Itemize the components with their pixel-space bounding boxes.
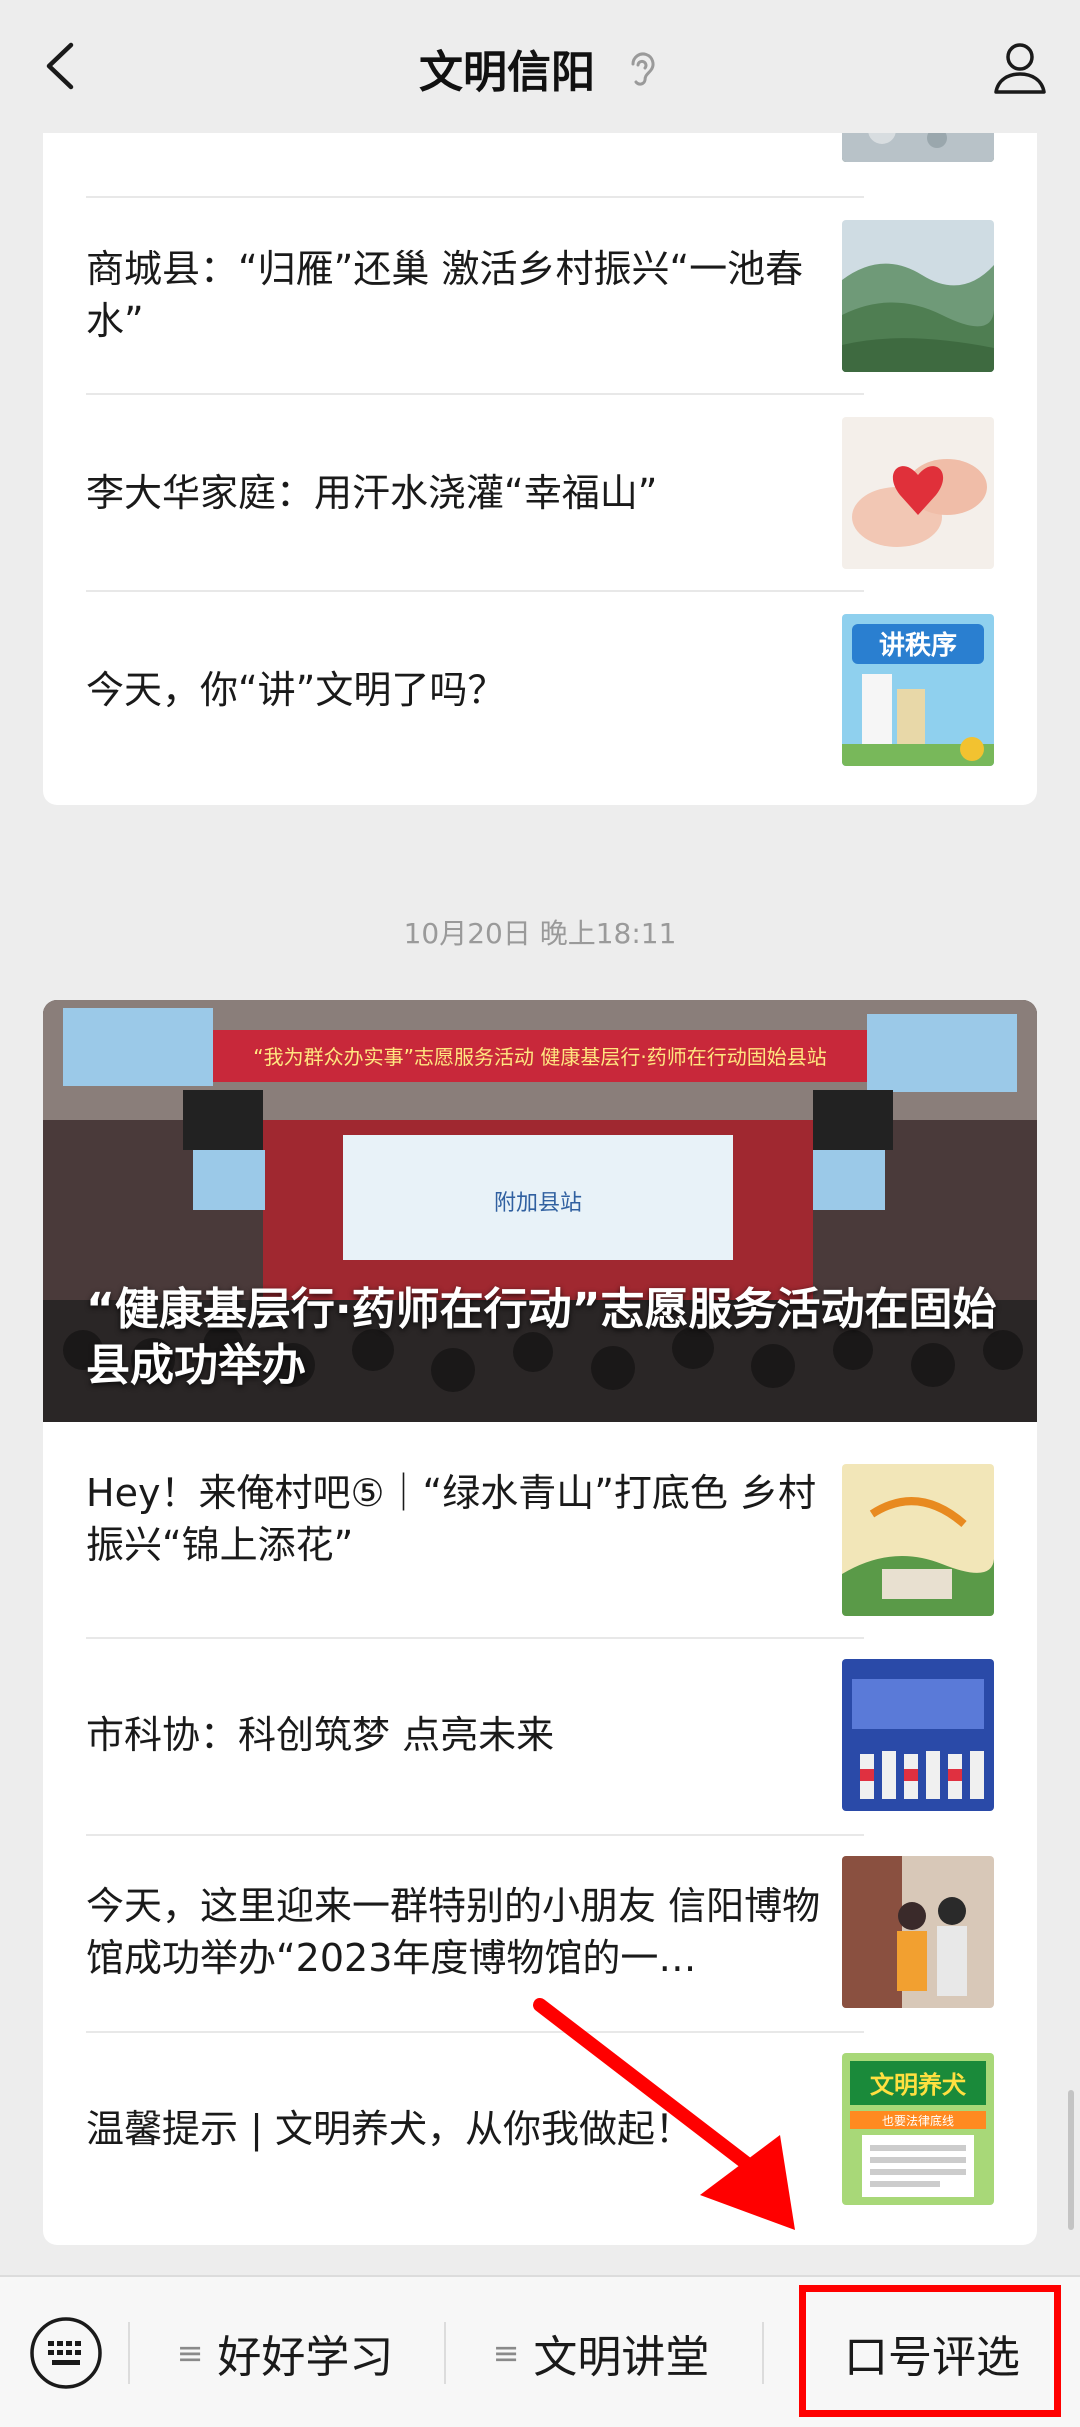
keyboard-toggle-button[interactable] [28,2315,104,2391]
top-nav-bar: 文明信阳 [0,0,1080,133]
bottom-menu-bar: ≡ 好好学习 ≡ 文明讲堂 口号评选 [0,2275,1080,2427]
hero-caption: “健康基层行·药师在行动”志愿服务活动在固始县成功举办 [86,1284,997,1391]
article-thumbnail [842,1659,994,1811]
article-title: 李大华家庭：用汗水浇灌“幸福山” [86,471,658,515]
menu-item-slogan-selection[interactable]: 口号评选 [800,2297,1064,2409]
article-thumbnail [842,1856,994,2008]
article-item[interactable]: 市科协：科创筑梦 点亮未来 [43,1639,1037,1834]
article-item[interactable]: 今天，这里迎来一群特别的小朋友 信阳博物馆成功举办“2023年度博物馆的一… [43,1836,1037,2031]
scrollbar[interactable] [1068,2090,1074,2230]
thumb-text: 也要法律底线 [882,2113,954,2128]
thumb-text: 讲秩序 [879,630,957,661]
article-title: 温馨提示 | 文明养犬，从你我做起！ [86,2107,693,2151]
article-card-previous: 商城县：“归雁”还巢 激活乡村振兴“一池春水” 李大华家庭：用汗水浇灌“幸福山”… [43,100,1037,805]
menu-lines-icon: ≡ [492,2334,520,2372]
article-item[interactable]: 温馨提示 | 文明养犬，从你我做起！ 文明养犬也要法律底线 [43,2033,1037,2228]
article-thumbnail [842,220,994,372]
menu-item-label: 好好学习 [217,2332,394,2383]
divider [762,2322,764,2384]
menu-item-study[interactable]: ≡ 好好学习 [130,2297,440,2409]
message-timestamp: 10月20日 晚上18:11 [403,917,677,950]
article-item[interactable]: 商城县：“归雁”还巢 激活乡村振兴“一池春水” [43,198,1037,393]
menu-item-label: 口号评选 [844,2332,1020,2383]
page-title: 文明信阳 [419,47,595,98]
ear-icon[interactable] [621,48,661,88]
keyboard-icon [30,2317,102,2389]
menu-lines-icon: ≡ [176,2334,204,2372]
article-item[interactable]: 今天，你“讲”文明了吗？ 讲秩序 [43,592,1037,787]
menu-item-label: 文明讲堂 [533,2332,710,2383]
menu-item-lecture[interactable]: ≡ 文明讲堂 [446,2297,756,2409]
title-area: 文明信阳 [0,30,1080,106]
article-thumbnail: 讲秩序 [842,614,994,766]
hero-article[interactable]: “我为群众办实事”志愿服务活动 健康基层行·药师在行动固始县站 附加县站 “健康… [43,1000,1037,1422]
article-title: 市科协：科创筑梦 点亮未来 [86,1713,555,1757]
article-title: 今天，你“讲”文明了吗？ [86,668,506,712]
article-title: 今天，这里迎来一群特别的小朋友 信阳博物馆成功举办“2023年度博物馆的一… [86,1884,821,1980]
person-icon [994,43,1046,94]
banner-text: “我为群众办实事”志愿服务活动 健康基层行·药师在行动固始县站 [253,1045,826,1069]
article-thumbnail [842,417,994,569]
article-card: “我为群众办实事”志愿服务活动 健康基层行·药师在行动固始县站 附加县站 “健康… [43,1000,1037,2245]
article-item[interactable]: Hey！来俺村吧⑤｜“绿水青山”打底色 乡村振兴“锦上添花” [43,1422,1037,1617]
article-title: Hey！来俺村吧⑤｜“绿水青山”打底色 乡村振兴“锦上添花” [86,1471,816,1567]
thumb-text: 文明养犬 [870,2071,967,2099]
screen-text: 附加县站 [494,1191,582,1216]
article-thumbnail: 文明养犬也要法律底线 [842,2053,994,2205]
profile-button[interactable] [988,36,1052,100]
article-thumbnail [842,1464,994,1616]
article-item[interactable]: 李大华家庭：用汗水浇灌“幸福山” [43,395,1037,590]
article-title: 商城县：“归雁”还巢 激活乡村振兴“一池春水” [86,247,804,343]
